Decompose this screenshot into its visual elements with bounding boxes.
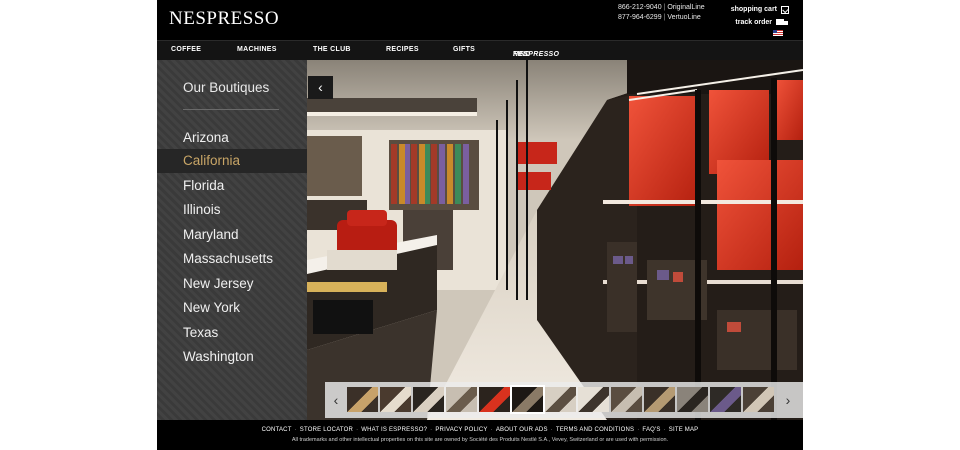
nav-find-brand: NESPRESSO	[513, 51, 560, 58]
phone-row-original: 866-212-9040 | OriginalLine	[618, 3, 705, 13]
footer-link-faq-s[interactable]: FAQ'S	[642, 427, 660, 433]
gallery-thumbnail[interactable]	[644, 387, 675, 412]
chevron-left-icon: ‹	[318, 79, 323, 95]
footer-link-what-is-espresso[interactable]: WHAT IS ESPRESSO?	[361, 427, 427, 433]
phone-row-vertuo: 877-964-6299 | VertuoLine	[618, 13, 705, 23]
footer-links: CONTACT · STORE LOCATOR · WHAT IS ESPRESSO? ·…	[157, 427, 803, 433]
shopping-cart-label: shopping cart	[730, 6, 777, 13]
nav-the-club[interactable]: THE CLUB	[313, 46, 351, 53]
nespresso-site: NESPRESSO 866-212-9040 | OriginalLine 87…	[157, 0, 803, 450]
gallery-thumbnail[interactable]	[347, 387, 378, 412]
footer-link-separator: ·	[663, 427, 666, 433]
nav-machines[interactable]: MACHINES	[237, 46, 277, 53]
footer-link-privacy-policy[interactable]: PRIVACY POLICY	[435, 427, 487, 433]
footer-link-separator: ·	[490, 427, 493, 433]
phone-number: 877-964-6299	[618, 14, 662, 21]
footer-link-site-map[interactable]: SITE MAP	[669, 427, 699, 433]
gallery-thumbnail[interactable]	[446, 387, 477, 412]
gallery-thumbnail[interactable]	[710, 387, 741, 412]
panel-divider	[183, 109, 279, 110]
phone-numbers: 866-212-9040 | OriginalLine 877-964-6299…	[618, 3, 705, 23]
state-texas[interactable]: Texas	[157, 321, 307, 345]
gallery-thumbnail[interactable]	[380, 387, 411, 412]
gallery-thumbnail[interactable]	[578, 387, 609, 412]
flag-us-icon[interactable]	[773, 30, 783, 36]
footer-link-separator: ·	[550, 427, 553, 433]
chevron-right-icon: ›	[785, 392, 791, 408]
state-new-jersey[interactable]: New Jersey	[157, 272, 307, 296]
state-california[interactable]: California	[157, 149, 307, 173]
footer-link-separator: ·	[637, 427, 640, 433]
gallery-thumbnail[interactable]	[545, 387, 576, 412]
boutique-photo	[307, 60, 803, 420]
footer-link-separator: ·	[294, 427, 297, 433]
gallery-thumbnail[interactable]	[677, 387, 708, 412]
nav-recipes[interactable]: RECIPES	[386, 46, 419, 53]
main-nav: COFFEE MACHINES THE CLUB RECIPES GIFTS F…	[157, 40, 803, 60]
gallery-thumbnail[interactable]	[479, 387, 510, 412]
state-massachusetts[interactable]: Massachusetts	[157, 247, 307, 271]
panel-title: Our Boutiques	[183, 80, 270, 95]
state-florida[interactable]: Florida	[157, 174, 307, 198]
shopping-cart-link[interactable]: shopping cart	[731, 3, 789, 16]
gallery-thumbnail[interactable]	[743, 387, 774, 412]
footer-link-separator: ·	[430, 427, 433, 433]
footer-link-contact[interactable]: CONTACT	[262, 427, 292, 433]
nav-coffee[interactable]: COFFEE	[171, 46, 201, 53]
footer-link-terms-and-conditions[interactable]: TERMS AND CONDITIONS	[556, 427, 634, 433]
chevron-left-icon: ‹	[333, 392, 339, 408]
gallery-next-button[interactable]: ›	[779, 382, 797, 418]
footer-link-store-locator[interactable]: STORE LOCATOR	[300, 427, 353, 433]
truck-icon	[776, 18, 789, 27]
phone-line: VertuoLine	[667, 14, 701, 21]
nespresso-logo[interactable]: NESPRESSO	[169, 8, 279, 30]
boutiques-panel: Our Boutiques Arizona California Florida…	[157, 60, 307, 420]
footer-copyright: All trademarks and other intellectual pr…	[291, 437, 669, 443]
footer-link-separator: ·	[356, 427, 359, 433]
gallery-thumbnail[interactable]	[611, 387, 642, 412]
phone-line: OriginalLine	[667, 4, 705, 11]
footer-link-about-our-ads[interactable]: ABOUT OUR ADS	[496, 427, 548, 433]
track-order-link[interactable]: track order	[731, 16, 789, 29]
state-arizona[interactable]: Arizona	[157, 126, 307, 150]
gallery-thumbnail[interactable]	[510, 385, 545, 414]
utility-links: shopping cart track order	[731, 3, 789, 29]
gallery-prev-button[interactable]: ‹	[327, 382, 345, 418]
footer: CONTACT · STORE LOCATOR · WHAT IS ESPRESSO? ·…	[157, 420, 803, 450]
state-new-york[interactable]: New York	[157, 296, 307, 320]
gallery-thumbnail[interactable]	[413, 387, 444, 412]
nav-gifts[interactable]: GIFTS	[453, 46, 475, 53]
shopping-cart-icon	[781, 5, 789, 14]
state-maryland[interactable]: Maryland	[157, 223, 307, 247]
state-washington[interactable]: Washington	[157, 345, 307, 369]
header: NESPRESSO 866-212-9040 | OriginalLine 87…	[157, 0, 803, 40]
track-order-label: track order	[735, 19, 772, 26]
thumbnail-strip: ‹ ›	[325, 382, 803, 418]
state-illinois[interactable]: Illinois	[157, 198, 307, 222]
panel-toggle-button[interactable]: ‹	[308, 76, 333, 99]
phone-number: 866-212-9040	[618, 4, 662, 11]
